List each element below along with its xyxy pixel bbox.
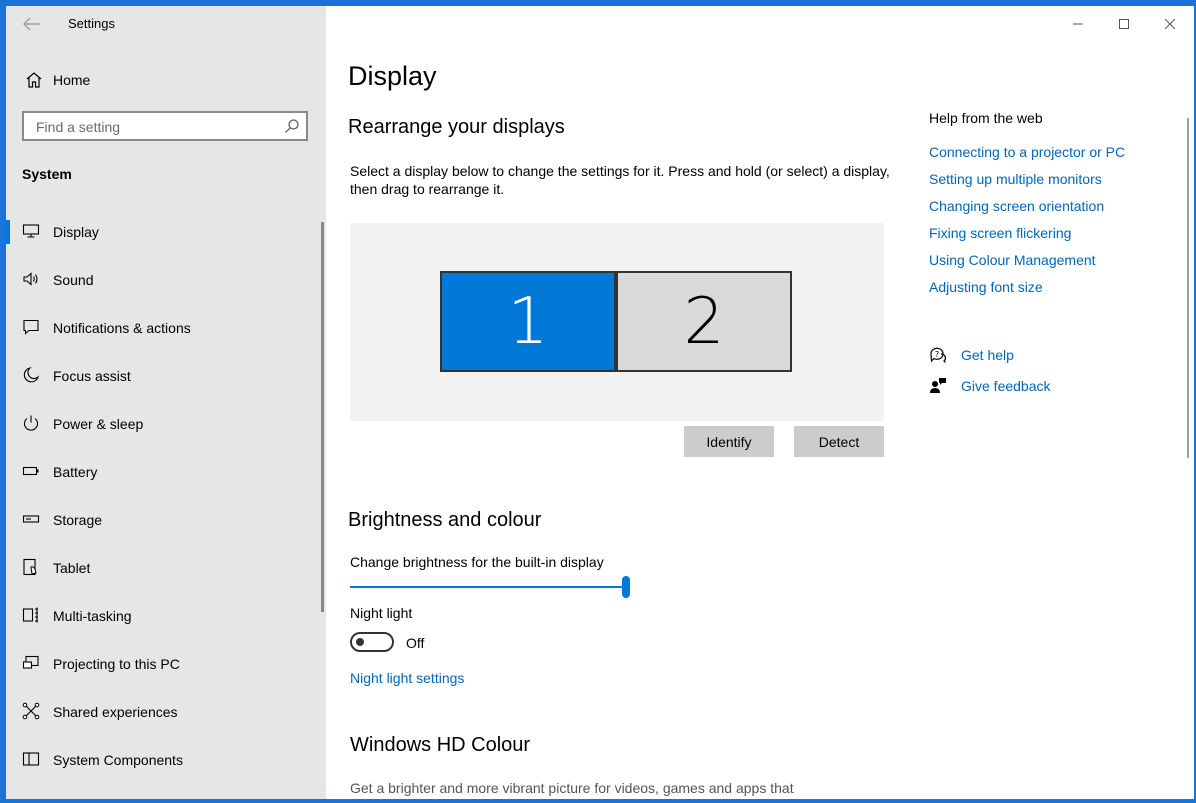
rearrange-description: Select a display below to change the set… (350, 163, 890, 197)
power-icon (22, 414, 40, 432)
night-light-state: Off (406, 635, 425, 651)
give-feedback-label: Give feedback (961, 378, 1051, 394)
search-box[interactable] (22, 111, 308, 141)
sidebar-nav: Display Sound Notifications & actions Fo… (6, 208, 326, 784)
sidebar-item-label: Projecting to this PC (53, 656, 180, 672)
sidebar-item-label: Multi-tasking (53, 608, 132, 624)
night-light-settings-link[interactable]: Night light settings (350, 670, 464, 686)
tablet-icon (22, 558, 40, 576)
page-title: Display (348, 61, 437, 91)
help-link[interactable]: Changing screen orientation (929, 198, 1125, 225)
sidebar-item-multitasking[interactable]: Multi-tasking (6, 592, 326, 640)
sidebar-item-label: Power & sleep (53, 416, 144, 432)
give-feedback-link[interactable]: Give feedback (929, 376, 1129, 398)
brightness-slider-label: Change brightness for the built-in displ… (350, 554, 604, 570)
sidebar-item-label: Shared experiences (53, 704, 178, 720)
back-arrow-icon[interactable] (20, 14, 42, 34)
moon-icon (22, 366, 40, 384)
sidebar-item-label: Notifications & actions (53, 320, 191, 336)
speaker-icon (22, 270, 40, 288)
help-link[interactable]: Setting up multiple monitors (929, 171, 1125, 198)
sidebar-item-power-sleep[interactable]: Power & sleep (6, 400, 326, 448)
detect-button[interactable]: Detect (794, 426, 884, 457)
section-label: System (22, 166, 72, 182)
sidebar: Settings Home System Display Sound (6, 6, 326, 799)
help-title: Help from the web (929, 110, 1043, 126)
get-help-label: Get help (961, 347, 1014, 363)
sidebar-item-shared-experiences[interactable]: Shared experiences (6, 688, 326, 736)
settings-window: Settings Home System Display Sound (6, 6, 1194, 799)
sidebar-item-display[interactable]: Display (6, 208, 326, 256)
identify-button[interactable]: Identify (684, 426, 774, 457)
sidebar-item-label: System Components (53, 752, 183, 768)
display-arrangement-area: 1 2 (350, 223, 884, 421)
get-help-link[interactable]: ? Get help (929, 345, 1129, 367)
help-link[interactable]: Adjusting font size (929, 279, 1125, 306)
sidebar-item-label: Storage (53, 512, 103, 528)
sidebar-item-sound[interactable]: Sound (6, 256, 326, 304)
sidebar-item-storage[interactable]: Storage (6, 496, 326, 544)
svg-text:?: ? (935, 350, 939, 359)
night-light-toggle[interactable] (350, 632, 394, 652)
help-link[interactable]: Connecting to a projector or PC (929, 144, 1125, 171)
brightness-slider-thumb[interactable] (622, 576, 630, 598)
close-icon[interactable] (1155, 14, 1185, 34)
projecting-icon (22, 654, 40, 672)
home-icon (24, 70, 44, 90)
multitasking-icon (22, 606, 40, 624)
sidebar-item-label: Focus assist (53, 368, 131, 384)
search-input[interactable] (34, 117, 278, 137)
sidebar-item-focus-assist[interactable]: Focus assist (6, 352, 326, 400)
sidebar-item-label: Sound (53, 272, 94, 288)
sidebar-scrollbar[interactable] (321, 222, 324, 612)
sidebar-home[interactable]: Home (6, 66, 326, 94)
hd-colour-heading: Windows HD Colour (350, 734, 531, 756)
maximize-icon[interactable] (1109, 14, 1139, 34)
sidebar-item-battery[interactable]: Battery (6, 448, 326, 496)
sidebar-item-label: Tablet (53, 560, 91, 576)
monitor-icon (22, 222, 40, 240)
components-icon (22, 750, 40, 768)
search-icon[interactable] (284, 118, 300, 134)
help-link[interactable]: Using Colour Management (929, 252, 1125, 279)
app-title: Settings (68, 16, 115, 31)
help-link[interactable]: Fixing screen flickering (929, 225, 1125, 252)
display-2[interactable]: 2 (616, 271, 792, 372)
display-1[interactable]: 1 (440, 271, 616, 372)
chat-help-icon: ? (929, 346, 947, 364)
hd-colour-description: Get a brighter and more vibrant picture … (350, 780, 794, 796)
sidebar-item-label: Battery (53, 464, 98, 480)
feedback-icon (929, 377, 947, 395)
shared-icon (22, 702, 40, 720)
rearrange-heading: Rearrange your displays (348, 116, 565, 138)
sidebar-item-system-components[interactable]: System Components (6, 736, 326, 784)
sidebar-item-label: Display (53, 224, 99, 240)
battery-icon (22, 462, 40, 480)
sidebar-item-notifications[interactable]: Notifications & actions (6, 304, 326, 352)
main-scrollbar[interactable] (1187, 118, 1189, 458)
help-links: Connecting to a projector or PC Setting … (929, 144, 1125, 306)
brightness-heading: Brightness and colour (348, 509, 542, 531)
minimize-icon[interactable] (1063, 14, 1093, 34)
sidebar-item-projecting[interactable]: Projecting to this PC (6, 640, 326, 688)
storage-icon (22, 510, 40, 528)
home-label: Home (53, 72, 91, 88)
night-light-label: Night light (350, 605, 413, 621)
brightness-slider-track[interactable] (350, 586, 626, 588)
sidebar-item-tablet[interactable]: Tablet (6, 544, 326, 592)
notification-icon (22, 318, 40, 336)
